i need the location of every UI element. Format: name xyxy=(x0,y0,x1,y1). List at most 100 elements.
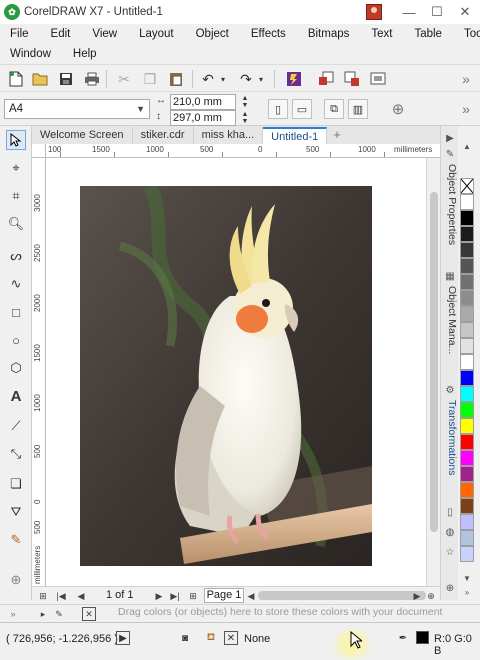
color-swatch[interactable] xyxy=(460,482,474,498)
new-tab-icon[interactable]: + xyxy=(327,127,347,144)
color-swatch[interactable] xyxy=(460,322,474,338)
previous-page-icon[interactable]: ◀ xyxy=(74,589,88,603)
page-width-spinner[interactable]: ▲ ▼ xyxy=(236,94,254,110)
propbar-overflow-icon[interactable]: » xyxy=(456,99,476,119)
save-icon[interactable] xyxy=(56,69,76,89)
current-page-icon[interactable]: ▥ xyxy=(348,99,368,119)
no-color-well-icon[interactable]: ✕ xyxy=(82,607,96,621)
drawing-canvas[interactable] xyxy=(46,158,426,586)
toolbar-overflow-button[interactable]: » xyxy=(456,69,476,89)
eyedropper-tool-icon[interactable]: ✎ xyxy=(6,530,26,550)
color-swatch[interactable] xyxy=(460,418,474,434)
last-page-icon[interactable]: ▶| xyxy=(168,589,182,603)
ellipse-tool-icon[interactable]: ○ xyxy=(6,330,26,350)
redo-icon[interactable]: ↷ xyxy=(236,69,256,89)
polygon-tool-icon[interactable]: ⬡ xyxy=(6,358,26,378)
page-height-spinner[interactable]: ▲ ▼ xyxy=(236,110,254,126)
page-width-field[interactable]: 210,0 mm xyxy=(170,94,236,110)
undo-icon[interactable]: ↶ xyxy=(198,69,218,89)
drop-shadow-tool-icon[interactable]: ❏ xyxy=(6,474,26,494)
menu-edit[interactable]: Edit xyxy=(40,28,82,40)
copy-icon[interactable]: ❐ xyxy=(140,69,160,89)
insert-page-after-icon[interactable]: ⊞ xyxy=(186,589,200,603)
menu-file[interactable]: File xyxy=(0,28,40,40)
print-icon[interactable] xyxy=(82,69,102,89)
color-swatch[interactable] xyxy=(460,226,474,242)
menu-tools[interactable]: Tools xyxy=(453,28,480,40)
color-swatch[interactable] xyxy=(460,530,474,546)
ruler-origin[interactable] xyxy=(32,144,46,158)
document-color-well[interactable]: » ▸ ✎ ✕ Drag colors (or objects) here to… xyxy=(0,604,480,622)
cut-icon[interactable]: ✂ xyxy=(114,69,134,89)
color-swatch[interactable] xyxy=(460,434,474,450)
maximize-button[interactable]: ☐ xyxy=(424,2,450,22)
artistic-media-tool-icon[interactable]: ∿ xyxy=(6,274,26,294)
no-color-swatch[interactable] xyxy=(460,178,474,194)
transparency-tool-icon[interactable]: ⛛ xyxy=(6,502,26,522)
star-icon[interactable]: ☆ xyxy=(444,546,456,558)
add-docker-icon[interactable]: ⊕ xyxy=(444,582,456,594)
add-tool-icon[interactable]: ⊕ xyxy=(6,570,26,590)
status-arrow-icon[interactable]: ▶ xyxy=(116,631,130,645)
menu-bitmaps[interactable]: Bitmaps xyxy=(297,28,361,40)
horizontal-scroll-thumb[interactable] xyxy=(258,591,426,600)
dimension-tool-icon[interactable]: ⟋ xyxy=(6,416,26,436)
tab-stiker[interactable]: stiker.cdr xyxy=(133,127,194,144)
color-swatch[interactable] xyxy=(460,290,474,306)
menu-text[interactable]: Text xyxy=(360,28,403,40)
open-folder-icon[interactable] xyxy=(30,69,50,89)
color-well-expand-icon[interactable]: » xyxy=(6,607,20,621)
color-swatch[interactable] xyxy=(460,466,474,482)
color-swatch[interactable] xyxy=(460,258,474,274)
menu-object[interactable]: Object xyxy=(185,28,240,40)
landscape-icon[interactable]: ▭ xyxy=(292,99,312,119)
color-swatch[interactable] xyxy=(460,546,474,562)
freehand-tool-icon[interactable]: ᔕ xyxy=(6,246,26,266)
menu-window[interactable]: Window xyxy=(0,48,62,60)
color-swatch[interactable] xyxy=(460,514,474,530)
color-swatch[interactable] xyxy=(460,306,474,322)
undo-dropdown-icon[interactable]: ▾ xyxy=(218,69,228,89)
search-content-icon[interactable] xyxy=(284,69,304,89)
placed-bitmap-cockatiel[interactable] xyxy=(80,186,372,566)
vertical-scroll-thumb[interactable] xyxy=(430,192,438,532)
color-swatch[interactable] xyxy=(460,242,474,258)
insert-page-before-icon[interactable]: ⊞ xyxy=(36,589,50,603)
rectangle-tool-icon[interactable]: □ xyxy=(6,302,26,322)
color-swatch[interactable] xyxy=(460,338,474,354)
page-height-field[interactable]: 297,0 mm xyxy=(170,110,236,126)
hint-icon[interactable]: ◍ xyxy=(444,526,456,538)
navigator-icon[interactable]: ⊕ xyxy=(424,589,438,603)
color-well-arrow-icon[interactable]: ▸ xyxy=(36,607,50,621)
shape-tool-icon[interactable]: ⌖ xyxy=(6,158,26,178)
portrait-icon[interactable]: ▯ xyxy=(268,99,288,119)
export-icon[interactable] xyxy=(342,69,362,89)
scroll-left-icon[interactable]: ◀ xyxy=(244,589,258,603)
color-swatch[interactable] xyxy=(460,450,474,466)
palette-scroll-down-icon[interactable]: ▼ xyxy=(460,572,474,584)
color-eyedropper-icon[interactable]: ✎ xyxy=(52,607,66,621)
menu-effects[interactable]: Effects xyxy=(240,28,297,40)
menu-help[interactable]: Help xyxy=(62,48,108,60)
page-tab[interactable]: Page 1 xyxy=(204,588,244,603)
color-swatch[interactable] xyxy=(460,402,474,418)
scroll-right-icon[interactable]: ▶ xyxy=(410,589,424,603)
redo-dropdown-icon[interactable]: ▾ xyxy=(256,69,266,89)
connector-tool-icon[interactable]: ⤡ xyxy=(6,444,26,464)
publish-pdf-icon[interactable] xyxy=(368,69,388,89)
new-document-icon[interactable] xyxy=(6,69,26,89)
menu-view[interactable]: View xyxy=(81,28,128,40)
minimize-button[interactable]: — xyxy=(396,2,422,22)
color-swatch[interactable] xyxy=(460,498,474,514)
page-size-select[interactable]: A4 ▼ xyxy=(4,99,150,119)
color-swatch[interactable] xyxy=(460,386,474,402)
paste-icon[interactable] xyxy=(166,69,186,89)
docker-object-manager[interactable]: Object Mana... xyxy=(442,286,458,354)
zoom-tool-icon[interactable]: 🔍︎ xyxy=(6,214,26,234)
user-account-icon[interactable] xyxy=(366,4,382,20)
color-swatch[interactable] xyxy=(460,194,474,210)
palette-scroll-up-icon[interactable]: ▲ xyxy=(460,140,474,152)
import-icon[interactable] xyxy=(316,69,336,89)
next-page-icon[interactable]: ▶ xyxy=(152,589,166,603)
menu-table[interactable]: Table xyxy=(403,28,453,40)
